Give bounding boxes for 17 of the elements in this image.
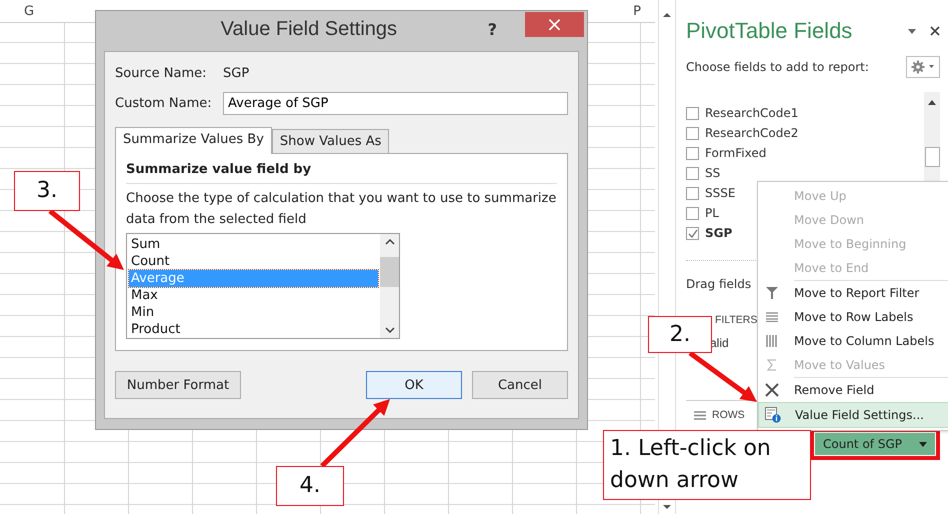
area-label: FILTERS xyxy=(715,314,758,326)
field-label: Custom Name: xyxy=(115,96,213,110)
field-label: Source Name: xyxy=(115,66,208,80)
step-callout: 3. xyxy=(14,171,80,211)
drag-hint: Drag fields xyxy=(686,277,752,291)
dialog-title: Value Field Settings xyxy=(220,18,398,40)
source-name: SGP xyxy=(223,66,250,80)
step-callout: 4. xyxy=(276,466,344,506)
area-label: ROWS xyxy=(712,409,745,421)
description-text: Choose the type of calculation that you want to use to summarize data from the selected field xyxy=(126,190,557,229)
step-callout: 1. Left-click on down arrow xyxy=(603,430,811,500)
section-heading: Summarize value field by xyxy=(126,162,557,184)
column-header: G xyxy=(24,4,34,18)
step-callout: 2. xyxy=(648,316,712,353)
column-header: P xyxy=(633,4,641,18)
pane-prompt: Choose fields to add to report: xyxy=(686,60,870,74)
pane-title: PivotTable Fields xyxy=(686,18,854,44)
